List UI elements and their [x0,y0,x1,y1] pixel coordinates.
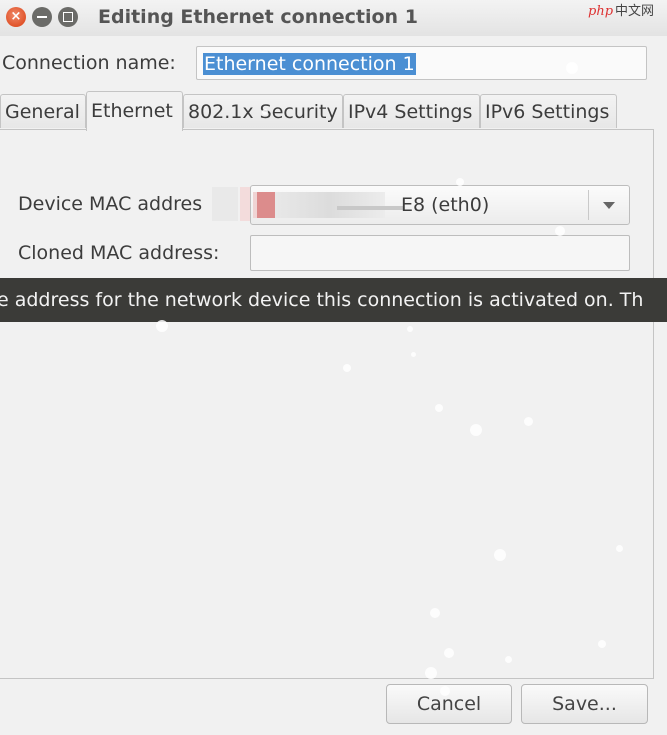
sparkle-dot [566,62,578,74]
tab-label: IPv6 Settings [485,101,610,123]
close-window-button[interactable]: × [6,7,26,27]
redacted-block [212,187,238,221]
sparkle-dot [598,640,606,648]
sparkle-dot [444,648,454,658]
watermark-brand: php [588,4,614,19]
window-title: Editing Ethernet connection 1 [98,6,418,28]
redacted-block [337,206,403,210]
cloned-mac-input[interactable] [250,235,630,271]
minimize-icon [32,7,52,27]
sparkle-dot [555,226,565,236]
sparkle-dot [470,424,482,436]
tooltip: e address for the network device this co… [0,278,667,322]
tab-label: General [5,101,80,123]
device-mac-value: E8 (eth0) [401,194,490,216]
tab-ipv6-settings[interactable]: IPv6 Settings [480,94,617,128]
minimize-window-button[interactable] [32,7,52,27]
redacted-block [257,192,275,218]
connection-name-input[interactable]: Ethernet connection 1 [196,46,647,80]
connection-name-value: Ethernet connection 1 [203,53,416,75]
sparkle-dot [524,417,533,426]
sparkle-dot [616,545,623,552]
device-mac-label: Device MAC addres [18,193,203,215]
title-bar: × Editing Ethernet connection 1 php 中文网 [0,0,667,36]
chevron-down-icon[interactable] [603,202,615,209]
tab-general[interactable]: General [0,94,86,128]
sparkle-dot [440,686,450,696]
watermark: php 中文网 [588,0,654,19]
close-icon: × [10,9,22,24]
tooltip-text: e address for the network device this co… [0,289,644,311]
tab-label: Ethernet [91,100,173,122]
connection-name-label: Connection name: [2,52,176,74]
sparkle-dot [262,109,268,115]
sparkle-dot [494,549,506,561]
device-mac-combobox[interactable]: E8 (eth0) [250,185,630,225]
cloned-mac-label: Cloned MAC address: [18,242,220,264]
sparkle-dot [430,608,440,618]
sparkle-dot [505,656,512,663]
sparkle-dot [425,667,437,679]
tab-ipv4-settings[interactable]: IPv4 Settings [343,94,480,128]
sparkle-dot [343,364,351,372]
combo-separator [588,190,589,220]
maximize-window-button[interactable] [58,7,78,27]
watermark-text: 中文网 [615,4,655,19]
maximize-icon [58,7,78,27]
sparkle-dot [411,352,416,357]
tab-label: IPv4 Settings [348,101,473,123]
save-button[interactable]: Save... [521,684,648,724]
sparkle-dot [435,404,443,412]
sparkle-dot [456,178,464,186]
sparkle-dot [156,320,168,332]
sparkle-dot [407,326,413,332]
tab-ethernet[interactable]: Ethernet [86,91,183,131]
redacted-block [275,192,385,218]
